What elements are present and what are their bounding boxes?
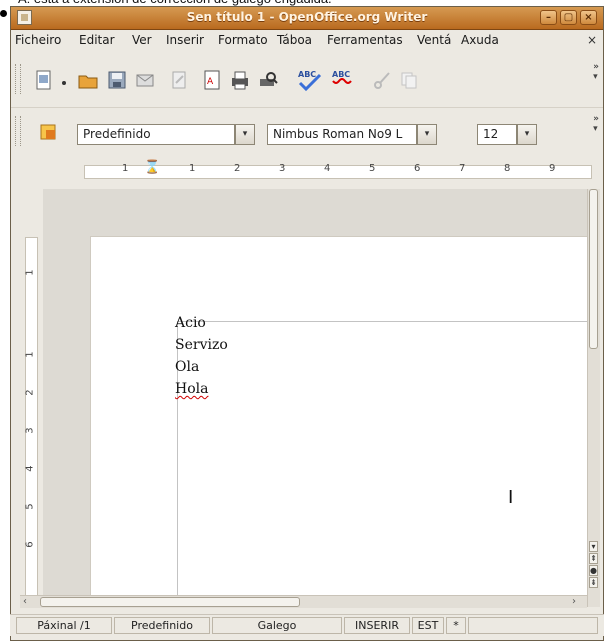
menu-editar[interactable]: Editar [79, 33, 115, 47]
scroll-left-icon[interactable]: ‹ [23, 596, 27, 607]
open-folder-icon[interactable] [77, 69, 99, 91]
status-language[interactable]: Galego [212, 617, 342, 634]
email-icon[interactable] [134, 69, 156, 91]
menu-inserir[interactable]: Inserir [166, 33, 204, 47]
previous-page-icon[interactable]: ⇞ [589, 553, 598, 564]
font-name-dropdown[interactable]: ▾ [417, 124, 437, 145]
ruler-number: 3 [279, 163, 286, 174]
formatting-toolbar: Predefinido ▾ Nimbus Roman No9 L ▾ 12 ▾ … [11, 107, 603, 156]
toolbar-overflow-icon[interactable]: » ▾ [593, 62, 599, 82]
font-name-select[interactable]: Nimbus Roman No9 L [267, 124, 417, 145]
next-page-icon[interactable]: ⇟ [589, 577, 598, 588]
menu-venta[interactable]: Ventá [417, 33, 451, 47]
menu-axuda[interactable]: Axuda [461, 33, 499, 47]
status-selection-mode[interactable]: EST [412, 617, 444, 634]
horizontal-scroll-thumb[interactable] [40, 597, 300, 607]
navigator-icon[interactable]: ● [589, 565, 598, 576]
misspelled-word[interactable]: Hola [175, 381, 208, 397]
text-cursor-icon: I [508, 487, 514, 508]
status-page-style[interactable]: Predefinido [114, 617, 210, 634]
menu-ficheiro[interactable]: Ficheiro [15, 33, 61, 47]
status-page[interactable]: Páxinal /1 [16, 617, 112, 634]
print-preview-icon[interactable] [257, 69, 279, 91]
title-bar[interactable]: Sen título 1 - OpenOffice.org Writer – ▢… [11, 7, 603, 30]
ruler-number: 5 [369, 163, 376, 174]
ruler-strip [25, 237, 38, 607]
status-extra [468, 617, 598, 634]
menu-ferramentas[interactable]: Ferramentas [327, 33, 403, 47]
ruler-number: 7 [459, 163, 466, 174]
toolbar-grip[interactable] [15, 64, 21, 94]
autospellcheck-icon[interactable]: ABC [329, 67, 357, 93]
document-line[interactable]: Ola [175, 359, 199, 375]
toolbar-grip[interactable] [15, 116, 21, 146]
ruler-number: 1 [122, 163, 129, 174]
bullet-point [0, 10, 7, 17]
minimize-button[interactable]: – [540, 10, 557, 25]
toolbar-overflow-icon[interactable]: » ▾ [593, 114, 599, 134]
ruler-number: 2 [234, 163, 241, 174]
new-document-icon[interactable] [33, 69, 55, 91]
save-icon[interactable] [106, 69, 128, 91]
status-modified: * [446, 617, 466, 634]
ruler-number: 4 [324, 163, 331, 174]
paragraph-style-dropdown[interactable]: ▾ [235, 124, 255, 145]
ruler-number: 1 [24, 351, 36, 358]
styles-icon[interactable] [37, 121, 59, 143]
vertical-scrollbar[interactable]: ▾ ⇞ ● ⇟ [587, 189, 600, 607]
svg-text:ABC: ABC [332, 70, 350, 79]
ruler-number: 5 [24, 503, 36, 510]
ruler-number: 3 [24, 427, 36, 434]
vertical-ruler[interactable]: 1 1 2 3 4 5 6 [20, 189, 43, 607]
standard-toolbar: A ABC ABC » ▾ [11, 56, 603, 104]
scroll-right-icon[interactable]: › [572, 596, 576, 607]
menu-ver[interactable]: Ver [132, 33, 152, 47]
ruler-number: 9 [549, 163, 556, 174]
ruler-strip [84, 165, 592, 179]
horizontal-scrollbar[interactable]: ‹ › [20, 595, 587, 608]
menu-formato[interactable]: Formato [218, 33, 268, 47]
ruler-number: 1 [189, 163, 196, 174]
indent-marker-icon[interactable]: ⌛ [144, 160, 160, 175]
svg-text:ABC: ABC [298, 70, 316, 79]
document-line[interactable]: Acio [175, 315, 206, 331]
ruler-number: 8 [504, 163, 511, 174]
ruler-number: 6 [414, 163, 421, 174]
export-pdf-icon[interactable]: A [201, 69, 223, 91]
font-size-select[interactable]: 12 [477, 124, 517, 145]
ruler-number: 4 [24, 465, 36, 472]
copy-icon[interactable] [398, 69, 420, 91]
paragraph-style-select[interactable]: Predefinido [77, 124, 235, 145]
document-area[interactable]: Acio Servizo Ola Hola I [43, 189, 587, 607]
vertical-scroll-thumb[interactable] [589, 189, 598, 349]
cut-icon[interactable] [371, 69, 393, 91]
menu-taboa[interactable]: Táboa [277, 33, 312, 47]
document-line[interactable]: Servizo [175, 337, 228, 353]
font-size-dropdown[interactable]: ▾ [517, 124, 537, 145]
spellcheck-icon[interactable]: ABC [296, 67, 324, 93]
maximize-button[interactable]: ▢ [560, 10, 577, 25]
horizontal-ruler[interactable]: 1 ⌛ 1 2 3 4 5 6 7 8 9 [19, 159, 599, 187]
status-insert-mode[interactable]: INSERIR [344, 617, 410, 634]
svg-text:A: A [207, 77, 214, 87]
menu-bar: Ficheiro Editar Ver Inserir Formato Tábo… [11, 30, 603, 52]
print-icon[interactable] [229, 69, 251, 91]
dropdown-arrow-icon[interactable] [59, 74, 69, 86]
status-bar: Páxinal /1 Predefinido Galego INSERIR ES… [10, 614, 604, 636]
ruler-number: 6 [24, 541, 36, 548]
document-page[interactable] [91, 237, 587, 607]
ruler-number: 1 [24, 269, 36, 276]
close-window-button[interactable]: × [580, 10, 597, 25]
close-document-button[interactable]: × [587, 33, 597, 47]
window-title: Sen título 1 - OpenOffice.org Writer [186, 10, 428, 24]
scroll-down-icon[interactable]: ▾ [589, 541, 598, 552]
edit-file-icon[interactable] [168, 69, 190, 91]
ruler-number: 2 [24, 389, 36, 396]
text-boundary [177, 321, 587, 607]
